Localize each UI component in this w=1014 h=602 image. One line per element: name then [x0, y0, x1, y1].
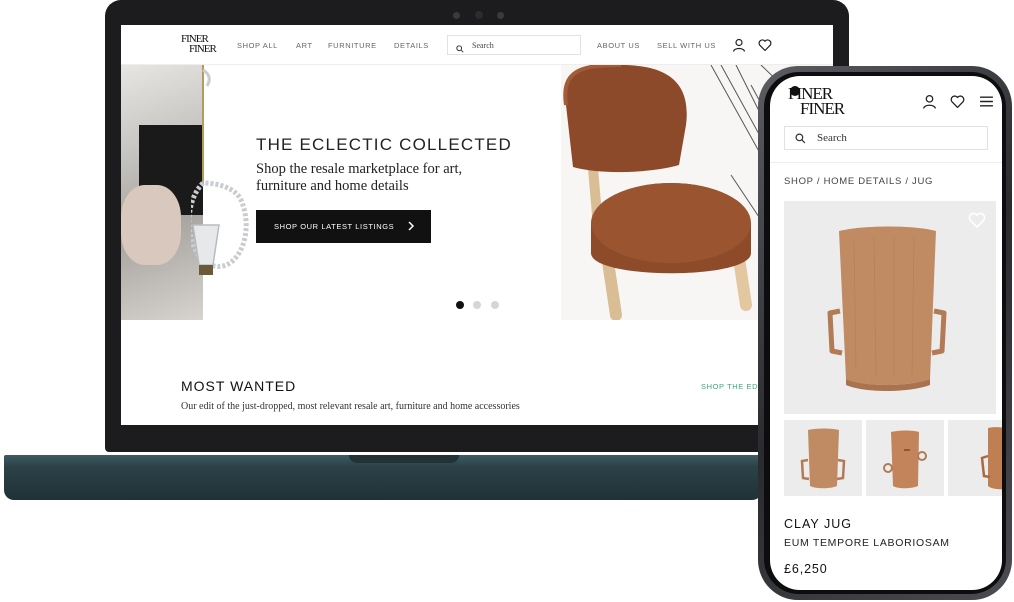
carousel-dot-3[interactable] — [490, 301, 499, 309]
user-icon[interactable] — [732, 38, 746, 52]
chandelier-image — [191, 65, 249, 275]
hero-title: THE ECLECTIC COLLECTED — [256, 135, 512, 154]
favorite-heart-icon[interactable] — [968, 211, 986, 229]
heart-icon[interactable] — [950, 94, 965, 109]
phone-front-camera — [790, 86, 800, 96]
breadcrumb[interactable]: SHOP / HOME DETAILS / JUG — [784, 176, 933, 187]
product-thumbnail-3[interactable] — [948, 420, 1002, 496]
nav-shop-all[interactable]: SHOP ALL — [237, 41, 278, 50]
product-price: £6,250 — [784, 562, 828, 576]
nav-details[interactable]: DETAILS — [394, 41, 429, 50]
shop-latest-listings-button[interactable]: SHOP OUR LATEST LISTINGS — [256, 210, 431, 243]
user-icon[interactable] — [922, 94, 937, 109]
product-name: CLAY JUG — [784, 517, 852, 531]
nav-furniture[interactable]: FURNITURE — [328, 41, 377, 50]
most-wanted-subtitle: Our edit of the just-dropped, most relev… — [181, 401, 520, 412]
nav-art[interactable]: ART — [296, 41, 313, 50]
chevron-right-icon — [408, 221, 415, 231]
laptop-camera — [475, 11, 483, 19]
search-icon — [795, 133, 806, 144]
laptop-base — [4, 455, 762, 500]
desktop-header: FINER FINER SHOP ALL ART FURNITURE DETAI… — [121, 25, 833, 65]
carousel-dot-1[interactable] — [456, 301, 464, 309]
product-main-image[interactable] — [784, 201, 996, 414]
heart-icon[interactable] — [758, 38, 772, 52]
product-thumbnail-2[interactable] — [866, 420, 944, 496]
carousel-dots — [456, 296, 504, 314]
carousel-dot-2[interactable] — [473, 301, 482, 309]
nav-about-us[interactable]: ABOUT US — [597, 41, 640, 50]
search-icon — [456, 45, 464, 53]
hero-banner: THE ECLECTIC COLLECTED Shop the resale m… — [121, 65, 833, 320]
nav-sell-with-us[interactable]: SELL WITH US — [657, 41, 716, 50]
menu-icon[interactable] — [979, 94, 994, 109]
desktop-website: FINER FINER SHOP ALL ART FURNITURE DETAI… — [121, 25, 833, 425]
hero-subtitle: Shop the resale marketplace for art, fur… — [256, 161, 463, 194]
search-placeholder: Search — [817, 132, 847, 144]
mobile-search-input[interactable]: Search — [784, 126, 988, 150]
brand-logo[interactable]: FINER FINER — [181, 34, 217, 55]
laptop-sensor — [453, 12, 460, 19]
shop-the-edit-link[interactable]: SHOP THE ED — [701, 382, 758, 391]
product-thumbnail-1[interactable] — [784, 420, 862, 496]
search-placeholder: Search — [472, 41, 494, 50]
mobile-website: FINER FINER Search SHOP / HOME DETAILS /… — [770, 76, 1002, 590]
clay-jug-image — [827, 226, 947, 391]
most-wanted-title: MOST WANTED — [181, 378, 297, 394]
laptop-sensor — [497, 12, 504, 19]
desktop-search-input[interactable]: Search — [447, 35, 581, 55]
product-description: EUM TEMPORE LABORIOSAM — [784, 537, 950, 549]
